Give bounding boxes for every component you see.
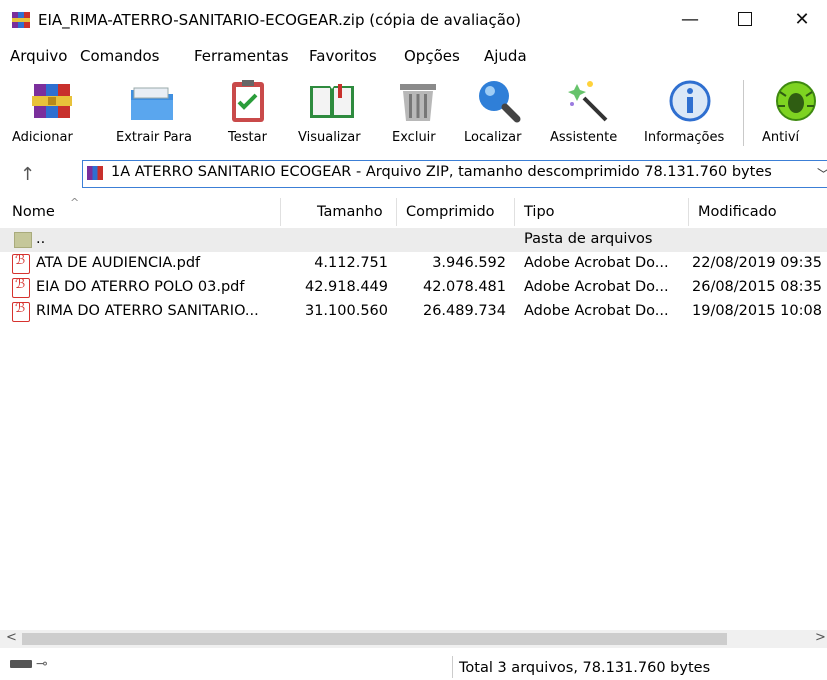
delete-label: Excluir <box>392 130 436 145</box>
column-header-row: Nome ^ Tamanho Comprimido Tipo Modificad… <box>0 196 827 228</box>
file-packed: 3.946.592 <box>432 255 506 271</box>
view-book-icon <box>310 84 354 118</box>
menu-favoritos[interactable]: Favoritos <box>309 47 377 65</box>
archive-icon <box>87 166 103 180</box>
menu-arquivo[interactable]: Arquivo <box>10 47 67 65</box>
scrollbar-thumb[interactable] <box>22 633 727 645</box>
add-archive-icon <box>32 84 72 118</box>
info-label: Informações <box>644 130 725 145</box>
scroll-right-icon[interactable]: > <box>815 630 826 645</box>
up-folder-button[interactable]: ↑ <box>20 164 35 185</box>
status-divider <box>452 656 453 678</box>
column-divider <box>514 198 515 226</box>
column-header-size[interactable]: Tamanho <box>317 204 383 220</box>
add-label: Adicionar <box>12 130 73 145</box>
minimize-button[interactable]: — <box>665 0 715 38</box>
menu-opcoes[interactable]: Opções <box>404 47 460 65</box>
chevron-down-icon[interactable]: ﹀ <box>817 164 827 183</box>
address-row: ↑ 1A ATERRO SANITARIO ECOGEAR - Arquivo … <box>0 158 827 190</box>
minimize-icon: — <box>681 8 699 30</box>
column-divider <box>280 198 281 226</box>
file-modified: 22/08/2019 09:35 <box>692 255 822 271</box>
address-bar[interactable]: 1A ATERRO SANITARIO ECOGEAR - Arquivo ZI… <box>82 160 827 188</box>
file-modified: 26/08/2015 08:35 <box>692 279 822 295</box>
find-label: Localizar <box>464 130 522 145</box>
pdf-file-icon <box>12 277 30 298</box>
key-icon: ⊸ <box>36 656 48 672</box>
antivirus-button[interactable]: Antiví <box>752 72 827 152</box>
close-icon: ✕ <box>794 8 810 30</box>
file-row[interactable]: ATA DE AUDIENCIA.pdf 4.112.751 3.946.592… <box>0 252 827 276</box>
toolbar-separator <box>743 80 744 146</box>
status-summary: Total 3 arquivos, 78.131.760 bytes <box>459 660 711 676</box>
scroll-left-icon[interactable]: < <box>6 630 17 645</box>
extract-folder-icon <box>131 87 173 120</box>
test-button[interactable]: Testar <box>216 72 280 152</box>
delete-trash-icon <box>400 84 436 121</box>
maximize-icon <box>738 12 752 26</box>
file-modified: 19/08/2015 10:08 <box>692 303 822 319</box>
sort-ascending-icon: ^ <box>70 196 80 209</box>
file-size: 4.112.751 <box>314 255 388 271</box>
column-header-modified[interactable]: Modificado <box>698 204 777 220</box>
extract-to-label: Extrair Para <box>116 130 192 145</box>
file-packed: 42.078.481 <box>422 279 506 295</box>
file-name: .. <box>36 231 46 247</box>
add-button[interactable]: Adicionar <box>8 72 92 152</box>
file-type: Adobe Acrobat Do... <box>524 303 669 319</box>
menu-comandos[interactable]: Comandos <box>80 47 159 65</box>
file-row-parent[interactable]: .. Pasta de arquivos <box>0 228 827 252</box>
test-clipboard-icon <box>232 80 264 122</box>
pdf-file-icon <box>12 301 30 322</box>
antivirus-bug-icon <box>776 81 816 121</box>
file-row[interactable]: RIMA DO ATERRO SANITARIO... 31.100.560 2… <box>0 300 827 324</box>
menu-bar: Arquivo Comandos Ferramentas Favoritos O… <box>0 42 827 70</box>
horizontal-scrollbar[interactable]: < > <box>0 630 827 648</box>
test-label: Testar <box>228 130 267 145</box>
file-type: Pasta de arquivos <box>524 231 653 247</box>
close-button[interactable]: ✕ <box>777 0 827 38</box>
file-packed: 26.489.734 <box>422 303 506 319</box>
folder-icon <box>14 232 32 248</box>
file-size: 31.100.560 <box>304 303 388 319</box>
info-button[interactable]: Informações <box>642 72 740 152</box>
wizard-button[interactable]: Assistente <box>546 72 632 152</box>
column-header-packed[interactable]: Comprimido <box>406 204 495 220</box>
delete-button[interactable]: Excluir <box>386 72 450 152</box>
status-bar: ⊸ Total 3 arquivos, 78.131.760 bytes <box>0 652 827 680</box>
file-size: 42.918.449 <box>304 279 388 295</box>
find-button[interactable]: Localizar <box>460 72 538 152</box>
file-type: Adobe Acrobat Do... <box>524 279 669 295</box>
file-row[interactable]: EIA DO ATERRO POLO 03.pdf 42.918.449 42.… <box>0 276 827 300</box>
extract-to-button[interactable]: Extrair Para <box>108 72 204 152</box>
file-name: RIMA DO ATERRO SANITARIO... <box>36 303 259 319</box>
antivirus-label: Antiví <box>762 130 800 145</box>
view-button[interactable]: Visualizar <box>292 72 376 152</box>
find-magnifier-icon <box>479 81 521 123</box>
maximize-button[interactable] <box>720 0 770 38</box>
column-header-type[interactable]: Tipo <box>524 204 555 220</box>
file-type: Adobe Acrobat Do... <box>524 255 669 271</box>
column-divider <box>688 198 689 226</box>
wizard-label: Assistente <box>550 130 618 145</box>
title-bar: EIA_RIMA-ATERRO-SANITARIO-ECOGEAR.zip (c… <box>0 0 827 42</box>
file-name: EIA DO ATERRO POLO 03.pdf <box>36 279 245 295</box>
window-title: EIA_RIMA-ATERRO-SANITARIO-ECOGEAR.zip (c… <box>38 11 521 29</box>
pdf-file-icon <box>12 253 30 274</box>
menu-ferramentas[interactable]: Ferramentas <box>194 47 289 65</box>
column-header-name[interactable]: Nome <box>12 204 55 220</box>
disk-icon <box>10 660 32 668</box>
file-name: ATA DE AUDIENCIA.pdf <box>36 255 201 271</box>
winrar-app-icon <box>12 12 30 28</box>
toolbar: Adicionar Extrair Para Testar Visualizar… <box>0 72 827 156</box>
view-label: Visualizar <box>298 130 361 145</box>
menu-ajuda[interactable]: Ajuda <box>484 47 527 65</box>
info-icon <box>669 80 711 122</box>
wizard-wand-icon <box>568 81 608 122</box>
column-divider <box>396 198 397 226</box>
address-text: 1A ATERRO SANITARIO ECOGEAR - Arquivo ZI… <box>111 164 772 180</box>
